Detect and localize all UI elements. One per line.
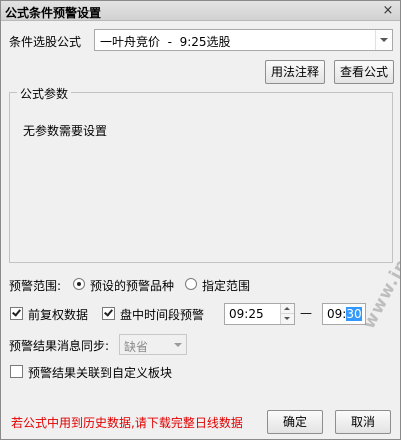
spin-down-button[interactable] bbox=[281, 314, 294, 324]
formula-params-title: 公式参数 bbox=[17, 85, 72, 102]
scope-specified-label[interactable]: 指定范围 bbox=[202, 277, 250, 294]
chevron-down-icon bbox=[380, 38, 388, 42]
arrow-down-icon bbox=[284, 317, 290, 320]
dropdown-button bbox=[170, 335, 186, 354]
cancel-button[interactable]: 取消 bbox=[335, 410, 391, 434]
start-time-input[interactable]: 09:25 bbox=[224, 303, 295, 325]
start-time-value: 09:25 bbox=[229, 307, 264, 321]
condition-formula-select[interactable]: 一叶舟竞价 - 9:25选股 bbox=[94, 29, 393, 51]
history-data-warning: 若公式中用到历史数据,请下载完整日线数据 bbox=[11, 416, 243, 430]
forward-adjust-checkbox[interactable] bbox=[10, 307, 23, 320]
chevron-down-icon bbox=[174, 343, 182, 347]
params-message: 无参数需要设置 bbox=[23, 124, 108, 138]
dropdown-button[interactable] bbox=[375, 30, 392, 50]
scope-preset-label[interactable]: 预设的预警品种 bbox=[90, 277, 174, 294]
spin-up-button[interactable] bbox=[281, 304, 294, 314]
title-bar[interactable]: 公式条件预警设置 × bbox=[1, 1, 400, 21]
view-formula-button[interactable]: 查看公式 bbox=[334, 60, 394, 84]
condition-formula-value: 一叶舟竞价 - 9:25选股 bbox=[100, 35, 231, 49]
close-icon[interactable]: × bbox=[380, 3, 396, 18]
formula-alert-settings-dialog: 公式条件预警设置 × 条件选股公式 一叶舟竞价 - 9:25选股 用法注释 查看… bbox=[0, 0, 401, 440]
message-sync-select: 缺省 bbox=[119, 334, 187, 355]
dialog-title: 公式条件预警设置 bbox=[5, 6, 102, 20]
scope-specified-radio[interactable] bbox=[185, 278, 197, 290]
message-sync-label: 预警结果消息同步: bbox=[9, 339, 110, 353]
time-range-dash: — bbox=[300, 306, 312, 320]
message-sync-value: 缺省 bbox=[124, 340, 149, 354]
scope-preset-radio[interactable] bbox=[73, 278, 85, 290]
ok-button[interactable]: 确定 bbox=[267, 410, 323, 434]
end-time-minute-selected: 30 bbox=[346, 307, 362, 321]
checkmark-icon bbox=[104, 307, 113, 317]
condition-formula-label: 条件选股公式 bbox=[9, 35, 82, 49]
arrow-up-icon bbox=[284, 307, 290, 310]
intraday-alert-checkbox[interactable] bbox=[102, 307, 115, 320]
link-custom-block-checkbox[interactable] bbox=[10, 365, 23, 378]
end-time-value: 09:30 bbox=[327, 307, 362, 321]
usage-notes-button[interactable]: 用法注释 bbox=[265, 60, 325, 84]
alert-scope-label: 预警范围: bbox=[9, 279, 62, 293]
radio-selected-dot bbox=[77, 282, 81, 286]
end-time-hour: 09: bbox=[327, 307, 347, 321]
checkmark-icon bbox=[12, 307, 21, 317]
link-custom-block-label[interactable]: 预警结果关联到自定义板块 bbox=[28, 364, 172, 381]
forward-adjust-label[interactable]: 前复权数据 bbox=[28, 306, 88, 323]
intraday-alert-label[interactable]: 盘中时间段预警 bbox=[120, 306, 204, 323]
formula-params-group bbox=[9, 92, 393, 263]
start-time-spinner[interactable] bbox=[280, 304, 294, 324]
